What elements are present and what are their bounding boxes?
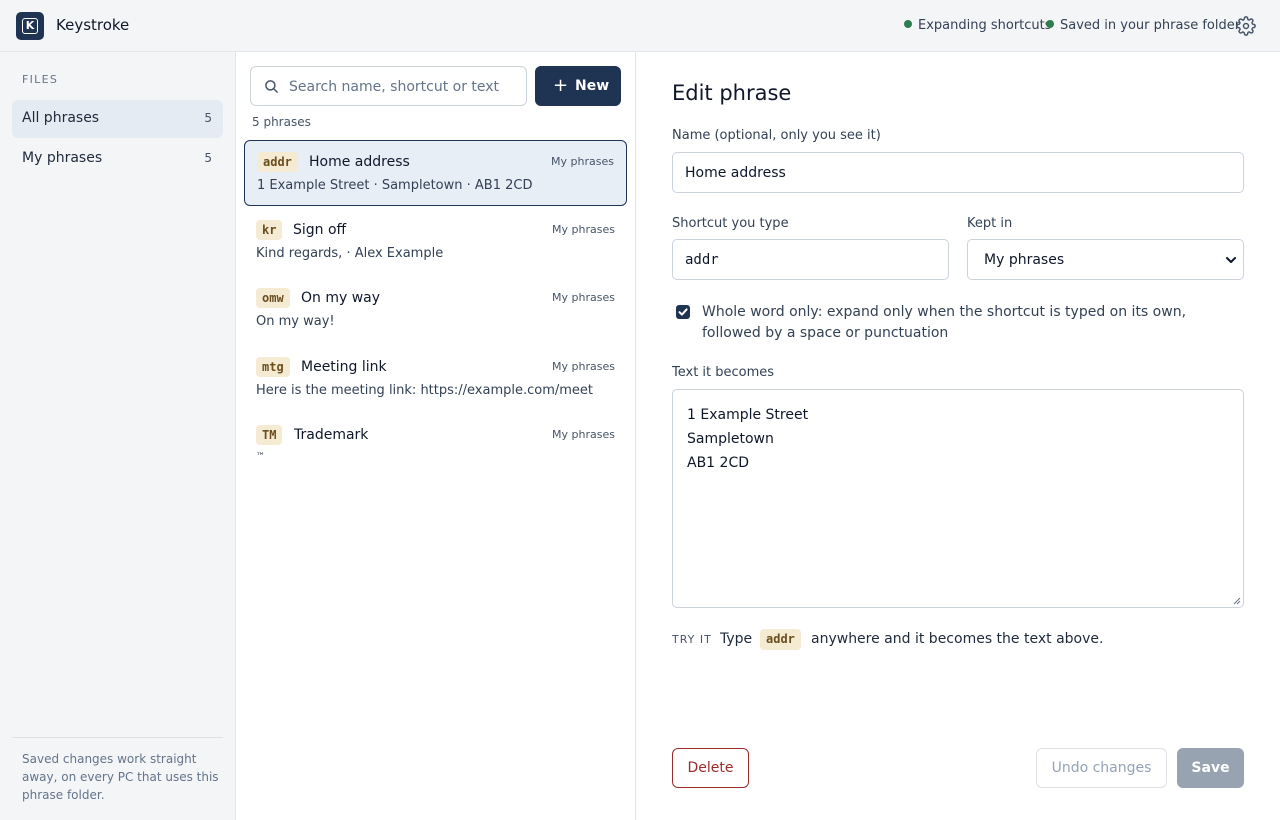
shortcut-badge: mtg	[256, 357, 290, 377]
plus-icon: +	[553, 75, 569, 96]
app-logo-icon: K	[16, 12, 44, 40]
phrase-count: 5 phrases	[252, 115, 311, 129]
kept-in-select[interactable]: My phrases	[967, 239, 1244, 280]
sidebar-item-label: My phrases	[22, 150, 103, 166]
new-phrase-button[interactable]: + New	[535, 66, 621, 106]
files-heading: FILES	[22, 73, 59, 86]
phrase-preview: Kind regards, · Alex Example	[256, 246, 444, 261]
expansion-text-line: Sampletown	[687, 431, 774, 447]
expansion-text-area[interactable]: 1 Example Street Sampletown AB1 2CD	[672, 389, 1244, 608]
resize-handle-icon[interactable]	[1233, 597, 1241, 605]
gear-icon[interactable]	[1236, 16, 1256, 36]
shortcut-badge: omw	[256, 288, 290, 308]
status-expanding-text: Expanding shortcuts	[918, 18, 1052, 33]
sidebar-divider	[12, 737, 223, 738]
status-saved-text: Saved in your phrase folder	[1060, 18, 1241, 33]
sidebar: FILES All phrases 5 My phrases 5 Saved c…	[0, 52, 236, 820]
sidebar-item-count: 5	[204, 151, 212, 165]
sidebar-note: Saved changes work straight away, on eve…	[22, 752, 219, 802]
search-input[interactable]	[289, 75, 519, 99]
kept-in-label: Kept in	[967, 216, 1013, 231]
try-it-shortcut-badge: addr	[760, 629, 801, 650]
phrase-name: On my way	[301, 290, 381, 306]
logo-letter: K	[22, 18, 38, 34]
status-dot-icon	[1046, 20, 1054, 28]
new-button-label: New	[575, 78, 610, 94]
try-it-label: TRY IT	[672, 633, 712, 646]
search-box[interactable]	[250, 66, 527, 106]
top-bar: K Keystroke Expanding shortcuts Saved in…	[0, 0, 1280, 52]
phrase-list-item[interactable]: mtg Meeting link My phrases Here is the …	[244, 346, 627, 412]
shortcut-badge: TM	[256, 425, 283, 445]
phrase-list-item[interactable]: kr Sign off My phrases Kind regards, · A…	[244, 209, 627, 275]
undo-changes-button[interactable]: Undo changes	[1036, 748, 1167, 788]
phrase-preview: On my way!	[256, 314, 335, 329]
expansion-text-line: AB1 2CD	[687, 455, 750, 471]
phrase-preview: 1 Example Street · Sampletown · AB1 2CD	[257, 178, 533, 193]
shortcut-field[interactable]	[672, 239, 949, 280]
phrase-folder: My phrases	[552, 223, 615, 236]
phrase-list-item[interactable]: addr Home address My phrases 1 Example S…	[244, 140, 627, 206]
phrase-list-panel: + New 5 phrases addr Home address My phra…	[236, 52, 636, 820]
delete-button[interactable]: Delete	[672, 748, 749, 788]
name-field[interactable]	[672, 152, 1244, 193]
try-it-prefix: Type	[720, 631, 753, 647]
text-field-label: Text it becomes	[672, 365, 775, 380]
sidebar-item-label: All phrases	[22, 110, 100, 126]
search-icon	[264, 79, 279, 94]
phrase-folder: My phrases	[552, 291, 615, 304]
app-title: Keystroke	[56, 16, 130, 34]
phrase-name: Meeting link	[301, 359, 387, 375]
whole-word-label: Whole word only: expand only when the sh…	[702, 304, 1187, 341]
whole-word-checkbox[interactable]	[676, 305, 690, 319]
phrase-list-item[interactable]: TM Trademark My phrases ™	[244, 414, 627, 480]
sidebar-item-all-phrases[interactable]: All phrases 5	[12, 100, 223, 138]
phrase-name: Trademark	[294, 427, 369, 443]
edit-phrase-panel: Edit phrase Name (optional, only you see…	[636, 52, 1280, 820]
name-field-label: Name (optional, only you see it)	[672, 128, 881, 143]
sidebar-item-count: 5	[204, 111, 212, 125]
save-button[interactable]: Save	[1177, 748, 1244, 788]
try-it-suffix: anywhere and it becomes the text above.	[811, 631, 1104, 647]
page-title: Edit phrase	[672, 81, 792, 105]
phrase-folder: My phrases	[552, 360, 615, 373]
status-dot-icon	[904, 20, 912, 28]
chevron-down-icon	[1225, 254, 1237, 266]
shortcut-badge: kr	[256, 220, 283, 240]
phrase-list-item[interactable]: omw On my way My phrases On my way!	[244, 277, 627, 343]
phrase-folder: My phrases	[551, 155, 614, 168]
kept-in-value: My phrases	[984, 252, 1065, 268]
shortcut-badge: addr	[257, 152, 298, 172]
phrase-preview: Here is the meeting link: https://exampl…	[256, 383, 594, 398]
status-saved: Saved in your phrase folder	[1046, 18, 1240, 33]
phrase-name: Home address	[309, 154, 410, 170]
phrase-name: Sign off	[293, 222, 347, 238]
phrase-folder: My phrases	[552, 428, 615, 441]
sidebar-item-my-phrases[interactable]: My phrases 5	[12, 140, 223, 178]
shortcut-field-label: Shortcut you type	[672, 216, 789, 231]
phrase-preview: ™	[256, 452, 265, 462]
status-expanding: Expanding shortcuts	[904, 18, 1052, 33]
expansion-text-line: 1 Example Street	[687, 407, 809, 423]
